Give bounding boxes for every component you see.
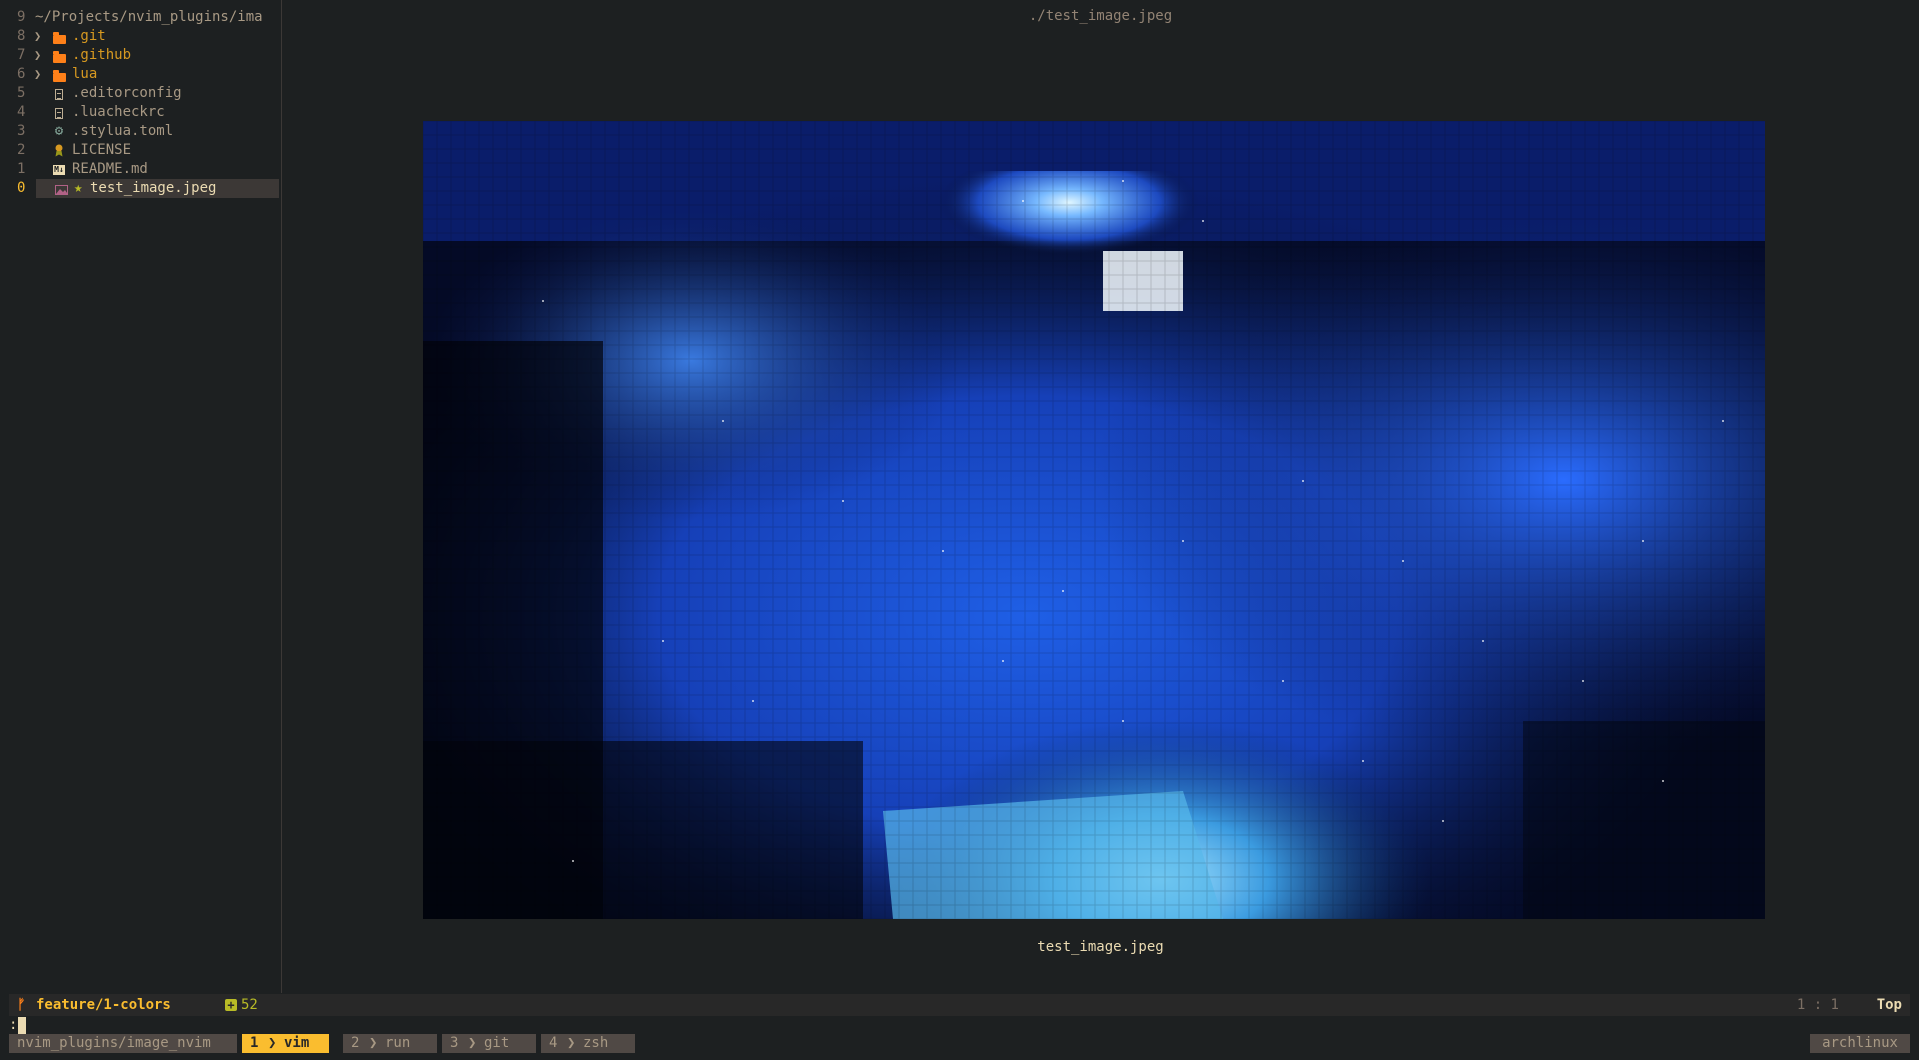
folder-icon xyxy=(52,27,66,46)
explorer-item-label: .git xyxy=(72,28,106,44)
window-name: zsh xyxy=(583,1035,609,1051)
image-preview-pane: ./test_image.jpeg test_image.jpeg xyxy=(282,0,1919,993)
explorer-item-git[interactable]: 8 ❯ .git xyxy=(0,27,280,46)
markdown-icon: M↓ xyxy=(53,165,65,175)
line-number: 6 xyxy=(17,66,26,82)
status-line: ᚠ feature/1-colors + 52 1 : 1 Top xyxy=(9,994,1910,1016)
explorer-item-license[interactable]: 2 LICENSE xyxy=(0,141,280,160)
line-number: 8 xyxy=(17,28,26,44)
image-caption: test_image.jpeg xyxy=(1037,939,1164,955)
night-sky-pixel-image xyxy=(423,121,1765,919)
explorer-item-label: .luacheckrc xyxy=(72,104,165,120)
diff-added-icon: + xyxy=(225,999,237,1011)
window-number: 1 xyxy=(250,1035,259,1051)
line-number: 2 xyxy=(17,142,26,158)
scroll-position: Top xyxy=(1876,997,1902,1013)
explorer-header: 9 ~/Projects/nvim_plugins/ima xyxy=(0,8,280,27)
line-number: 1 xyxy=(17,161,26,177)
explorer-item-label: .stylua.toml xyxy=(72,123,174,139)
tmux-hostname: archlinux xyxy=(1810,1034,1910,1053)
tmux-window-zsh[interactable]: 4 ❯ zsh xyxy=(541,1034,635,1053)
license-icon xyxy=(52,141,66,160)
diff-added-count: 52 xyxy=(241,997,258,1013)
window-name: run xyxy=(385,1035,411,1051)
file-explorer: 9 ~/Projects/nvim_plugins/ima 8 ❯ .git 7… xyxy=(0,0,282,993)
file-icon xyxy=(52,103,66,122)
line-number: 7 xyxy=(17,47,26,63)
modified-star-icon: ★ xyxy=(74,180,83,196)
line-number: 4 xyxy=(17,104,26,120)
chevron-right-icon[interactable]: ❯ xyxy=(34,27,41,46)
folder-icon xyxy=(52,46,66,65)
chevron-right-icon: ❯ xyxy=(369,1035,378,1051)
window-name: git xyxy=(484,1035,510,1051)
explorer-item-test-image[interactable]: 0 ★ test_image.jpeg xyxy=(0,179,280,198)
image-preview xyxy=(423,121,1765,919)
window-name: vim xyxy=(284,1035,310,1051)
tmux-status-bar: nvim_plugins/image_nvim 1 ❯ vim 2 ❯ run … xyxy=(0,1032,1919,1055)
explorer-item-label: .editorconfig xyxy=(72,85,182,101)
chevron-right-icon[interactable]: ❯ xyxy=(34,46,41,65)
gear-icon: ⚙ xyxy=(54,123,64,139)
file-icon xyxy=(52,84,66,103)
tmux-session-name: nvim_plugins/image_nvim xyxy=(9,1034,237,1053)
explorer-root-path: ~/Projects/nvim_plugins/ima xyxy=(35,9,263,25)
chevron-right-icon: ❯ xyxy=(567,1035,576,1051)
tmux-window-vim[interactable]: 1 ❯ vim xyxy=(242,1034,329,1053)
window-number: 3 xyxy=(450,1035,459,1051)
window-number: 4 xyxy=(549,1035,558,1051)
cursor-position: 1 : 1 xyxy=(1796,997,1839,1013)
git-branch: feature/1-colors xyxy=(36,997,171,1013)
chevron-right-icon: ❯ xyxy=(468,1035,477,1051)
file-title: ./test_image.jpeg xyxy=(1028,8,1173,24)
explorer-item-label: .github xyxy=(72,47,132,63)
tmux-window-git[interactable]: 3 ❯ git xyxy=(442,1034,536,1053)
line-number: 5 xyxy=(17,85,26,101)
folder-icon xyxy=(52,65,66,84)
line-number: 3 xyxy=(17,123,26,139)
explorer-item-luacheckrc[interactable]: 4 .luacheckrc xyxy=(0,103,280,122)
explorer-item-github[interactable]: 7 ❯ .github xyxy=(0,46,280,65)
explorer-item-label: lua xyxy=(72,66,98,82)
explorer-item-label: test_image.jpeg xyxy=(90,180,217,196)
line-number: 9 xyxy=(17,9,26,25)
explorer-item-editorconfig[interactable]: 5 .editorconfig xyxy=(0,84,280,103)
image-icon xyxy=(54,179,68,198)
line-number: 0 xyxy=(17,180,26,196)
window-number: 2 xyxy=(351,1035,360,1051)
chevron-right-icon: ❯ xyxy=(268,1035,277,1051)
tmux-window-run[interactable]: 2 ❯ run xyxy=(343,1034,437,1053)
explorer-item-lua[interactable]: 6 ❯ lua xyxy=(0,65,280,84)
explorer-item-label: LICENSE xyxy=(72,142,132,158)
chevron-right-icon[interactable]: ❯ xyxy=(34,65,41,84)
explorer-item-label: README.md xyxy=(72,161,148,177)
explorer-item-stylua[interactable]: 3 ⚙ .stylua.toml xyxy=(0,122,280,141)
git-branch-icon: ᚠ xyxy=(17,997,26,1013)
explorer-item-readme[interactable]: 1 M↓ README.md xyxy=(0,160,280,179)
